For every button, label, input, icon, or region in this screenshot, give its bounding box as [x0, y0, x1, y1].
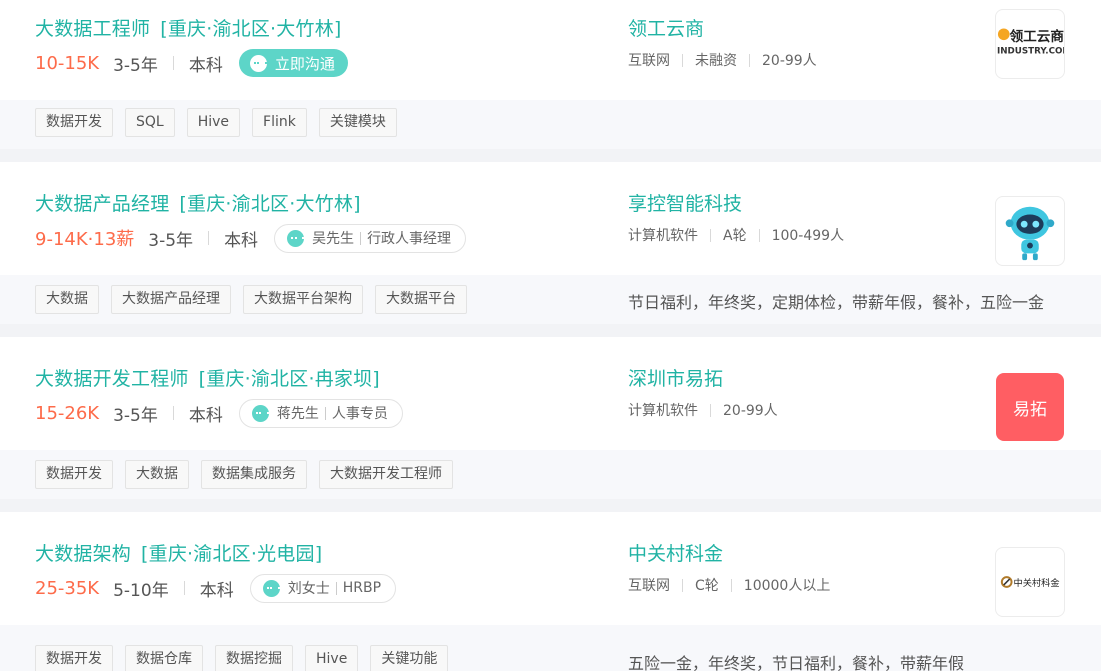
skill-tags: 数据开发 大数据 数据集成服务 大数据开发工程师: [35, 460, 465, 489]
skill-tag: 数据挖掘: [215, 645, 293, 671]
job-card-tags-row: 数据开发 SQL Hive Flink 关键模块: [0, 100, 1101, 149]
job-card-tags-row: 数据开发 大数据 数据集成服务 大数据开发工程师: [0, 450, 1101, 499]
skill-tag: 大数据平台: [375, 285, 467, 314]
job-card-primary: 大数据工程师 [重庆·渝北区·大竹林] 10-15K 3-5年 本科 立即沟通 领…: [0, 0, 1101, 100]
company-meta: 互联网 C轮 10000人以上: [628, 578, 831, 594]
experience: 3-5年: [113, 405, 158, 426]
job-card[interactable]: 大数据产品经理 [重庆·渝北区·大竹林] 9-14K·13薪 3-5年 本科 吴先…: [0, 162, 1101, 324]
skill-tags: 大数据 大数据产品经理 大数据平台架构 大数据平台: [35, 285, 479, 314]
skill-tag: 数据开发: [35, 460, 113, 489]
skill-tag: Flink: [252, 108, 307, 137]
skill-tag: 数据仓库: [125, 645, 203, 671]
yituo-logo-text: 易拓: [1013, 399, 1047, 420]
job-card-primary: 大数据开发工程师 [重庆·渝北区·冉家坝] 15-26K 3-5年 本科 蒋先生 …: [0, 337, 1101, 450]
skill-tags: 数据开发 SQL Hive Flink 关键模块: [35, 108, 409, 137]
job-title-link[interactable]: 大数据产品经理 [重庆·渝北区·大竹林]: [35, 189, 361, 216]
job-card-tags-row: 大数据 大数据产品经理 大数据平台架构 大数据平台 节日福利，年终奖，定期体检，…: [0, 275, 1101, 324]
company-name-link[interactable]: 享控智能科技: [628, 189, 742, 216]
chat-bubble-icon: [251, 404, 269, 422]
job-info-row: 25-35K 5-10年 本科 刘女士 HRBP: [35, 573, 397, 603]
skill-tag: Hive: [186, 108, 241, 137]
company-meta: 互联网 未融资 20-99人: [628, 53, 817, 69]
skill-tag: 数据开发: [35, 645, 113, 671]
skill-tag: 数据开发: [35, 108, 113, 137]
company-logo[interactable]: 中关村科金: [995, 547, 1065, 617]
job-card[interactable]: 大数据开发工程师 [重庆·渝北区·冉家坝] 15-26K 3-5年 本科 蒋先生 …: [0, 337, 1101, 499]
company-name-link[interactable]: 领工云商: [628, 14, 704, 41]
experience: 5-10年: [113, 580, 169, 601]
job-info-row: 9-14K·13薪 3-5年 本科 吴先生 行政人事经理: [35, 223, 467, 253]
salary: 25-35K: [35, 577, 100, 599]
company-meta: 计算机软件 20-99人: [628, 403, 778, 419]
education: 本科: [188, 405, 223, 426]
salary: 15-26K: [35, 402, 100, 424]
salary: 9-14K·13薪: [35, 229, 135, 250]
skill-tag: 大数据开发工程师: [319, 460, 453, 489]
education: 本科: [188, 55, 223, 76]
zhongguancun-logo-icon: 中关村科金: [1000, 576, 1060, 589]
skill-tag: 大数据: [35, 285, 99, 314]
job-title-link[interactable]: 大数据开发工程师 [重庆·渝北区·冉家坝]: [35, 364, 380, 391]
skill-tag: 数据集成服务: [201, 460, 307, 489]
job-info-row: 15-26K 3-5年 本科 蒋先生 人事专员: [35, 398, 403, 428]
skill-tag: 关键功能: [370, 645, 449, 671]
job-info-row: 10-15K 3-5年 本科 立即沟通: [35, 49, 348, 77]
svg-text:INDUSTRY.COM: INDUSTRY.COM: [997, 47, 1064, 57]
salary: 10-15K: [35, 52, 100, 74]
svg-text:中关村科金: 中关村科金: [1013, 577, 1059, 589]
recruiter-chat-button[interactable]: 蒋先生 人事专员: [238, 398, 403, 428]
chat-bubble-icon: [262, 579, 280, 597]
skill-tags: 数据开发 数据仓库 数据挖掘 Hive 关键功能: [35, 645, 460, 671]
chat-bubble-icon: [249, 54, 267, 72]
company-name-link[interactable]: 深圳市易拓: [628, 364, 723, 391]
skill-tag: Hive: [305, 645, 359, 671]
job-title-link[interactable]: 大数据工程师 [重庆·渝北区·大竹林]: [35, 14, 342, 41]
robot-mascot-icon: [1005, 206, 1055, 261]
chat-now-button[interactable]: 立即沟通: [238, 49, 348, 77]
welfare-benefits: 五险一金，年终奖，节日福利，餐补，带薪年假: [628, 654, 965, 671]
recruiter-chat-button[interactable]: 吴先生 行政人事经理: [274, 223, 467, 253]
welfare-benefits: 节日福利，年终奖，定期体检，带薪年假，餐补，五险一金: [628, 293, 1045, 312]
svg-text:领工云商: 领工云商: [1010, 28, 1064, 45]
lingong-logo-icon: 领工云商 INDUSTRY.COM: [997, 28, 1064, 57]
skill-tag: 关键模块: [318, 108, 397, 137]
experience: 3-5年: [148, 230, 194, 251]
chat-bubble-icon: [287, 229, 305, 247]
company-logo[interactable]: 领工云商 INDUSTRY.COM: [995, 9, 1065, 79]
skill-tag: 大数据平台架构: [243, 285, 363, 314]
skill-tag: 大数据: [125, 460, 189, 489]
education: 本科: [199, 580, 234, 601]
skill-tag: SQL: [125, 108, 175, 137]
company-logo[interactable]: [995, 196, 1065, 266]
job-card[interactable]: 大数据工程师 [重庆·渝北区·大竹林] 10-15K 3-5年 本科 立即沟通 领…: [0, 0, 1101, 149]
job-card[interactable]: 大数据架构 [重庆·渝北区·光电园] 25-35K 5-10年 本科 刘女士 HR…: [0, 512, 1101, 671]
education: 本科: [224, 230, 259, 251]
job-card-primary: 大数据产品经理 [重庆·渝北区·大竹林] 9-14K·13薪 3-5年 本科 吴先…: [0, 162, 1101, 275]
company-name-link[interactable]: 中关村科金: [628, 539, 723, 566]
company-meta: 计算机软件 A轮 100-499人: [628, 228, 845, 244]
experience: 3-5年: [113, 55, 158, 76]
recruiter-chat-button[interactable]: 刘女士 HRBP: [249, 573, 397, 603]
job-card-primary: 大数据架构 [重庆·渝北区·光电园] 25-35K 5-10年 本科 刘女士 HR…: [0, 512, 1101, 625]
company-logo[interactable]: 易拓: [996, 373, 1064, 441]
job-title-link[interactable]: 大数据架构 [重庆·渝北区·光电园]: [35, 539, 322, 566]
divider: [172, 56, 174, 70]
skill-tag: 大数据产品经理: [111, 285, 231, 314]
job-card-tags-row: 数据开发 数据仓库 数据挖掘 Hive 关键功能 五险一金，年终奖，节日福利，餐…: [0, 625, 1101, 671]
